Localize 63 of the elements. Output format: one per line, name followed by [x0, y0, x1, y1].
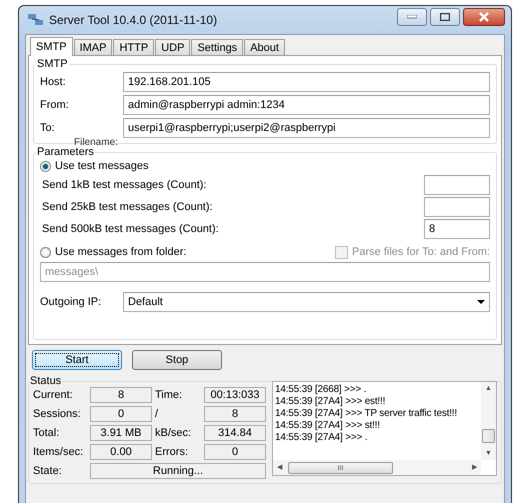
- status-label: kB/sec:: [155, 427, 192, 439]
- radio-button[interactable]: [40, 246, 51, 258]
- count-field[interactable]: [424, 197, 490, 217]
- readout-field: 00:13:033: [204, 387, 266, 403]
- group-title: Status: [29, 375, 62, 387]
- log-line: 14:55:39 [27A4] >>> .: [275, 432, 368, 444]
- readout-field: 314.84: [204, 425, 266, 441]
- field-label: To:: [40, 122, 56, 134]
- minimize-icon: [407, 15, 417, 19]
- window-title: Server Tool 10.4.0 (2011-11-10): [49, 13, 218, 27]
- status-label: Total:: [33, 427, 60, 439]
- dropdown[interactable]: Default: [123, 292, 490, 312]
- readout-field: Running...: [90, 463, 266, 479]
- maximize-icon: [440, 13, 450, 21]
- status-label: Sessions:: [33, 408, 82, 420]
- tab[interactable]: SMTP: [30, 37, 73, 56]
- tab[interactable]: UDP: [155, 39, 190, 55]
- readout-field: 0: [204, 444, 266, 460]
- log-line: 14:55:39 [27A4] >>> TP server traffic test!!!: [275, 408, 458, 420]
- servers-icon: [27, 12, 45, 28]
- count-field[interactable]: 8: [424, 219, 490, 239]
- input-field[interactable]: userpi1@raspberrypi;userpi2@raspberrypi: [123, 118, 490, 138]
- scroll-thumb[interactable]: [482, 429, 495, 443]
- tab[interactable]: IMAP: [74, 39, 112, 55]
- readout-field: 3.91 MB: [90, 425, 152, 441]
- readout-field: 8: [90, 387, 152, 403]
- readout-field: 8: [204, 406, 266, 422]
- field-label: Send 500kB test messages (Count):: [42, 223, 219, 235]
- tab[interactable]: HTTP: [113, 39, 154, 55]
- field-label: Outgoing IP:: [40, 296, 102, 308]
- radio-option[interactable]: Use test messages: [40, 158, 490, 174]
- status-label: /: [155, 408, 160, 420]
- status-label: Current:: [33, 389, 74, 401]
- radio-button[interactable]: [40, 160, 51, 172]
- close-button[interactable]: [463, 8, 505, 26]
- readout-field: 0: [90, 406, 152, 422]
- tab[interactable]: Settings: [191, 39, 244, 55]
- log-line: 14:55:39 [27A4] >>> est!!!: [275, 396, 386, 408]
- radio-option[interactable]: Use messages from folder:: [40, 244, 186, 260]
- status-label: Items/sec:: [33, 446, 84, 458]
- tab[interactable]: About: [244, 39, 285, 55]
- status-label: Time:: [155, 389, 184, 401]
- push-button[interactable]: Start: [32, 350, 122, 370]
- count-field[interactable]: [424, 175, 490, 195]
- log-line: 14:55:39 [27A4] >>> st!!!: [275, 420, 381, 432]
- group-title: SMTP: [36, 58, 69, 70]
- push-button[interactable]: Stop: [132, 350, 222, 370]
- group-title: Parameters: [36, 146, 95, 158]
- close-icon: [478, 12, 490, 22]
- field-label: Send 1kB test messages (Count):: [42, 179, 206, 191]
- status-label: Errors:: [155, 446, 189, 458]
- status-label: State:: [33, 465, 63, 477]
- readout-field: 0.00: [90, 444, 152, 460]
- field-label: Send 25kB test messages (Count):: [42, 201, 213, 213]
- field-label: Filename:: [74, 137, 118, 148]
- input-field[interactable]: admin@raspberrypi admin:1234: [123, 94, 490, 114]
- field-label: From:: [40, 98, 70, 110]
- input-field[interactable]: 192.168.201.105: [123, 72, 490, 92]
- log-line: 14:55:39 [2668] >>> .: [275, 384, 368, 396]
- field-label: Host:: [40, 76, 67, 88]
- maximize-button[interactable]: [430, 8, 460, 26]
- dropdown-arrow-icon: [477, 300, 485, 304]
- minimize-button[interactable]: [397, 8, 427, 26]
